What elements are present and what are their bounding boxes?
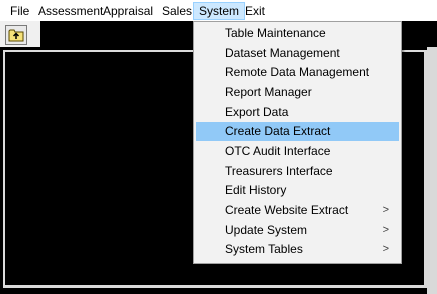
menu-item-otc-audit-interface[interactable]: OTC Audit Interface [196, 142, 399, 161]
menu-item-label: Export Data [225, 105, 289, 119]
menu-item-label: Create Website Extract [225, 203, 349, 217]
menu-item-remote-data-management[interactable]: Remote Data Management [196, 63, 399, 82]
menu-item-export-data[interactable]: Export Data [196, 103, 399, 122]
chevron-right-icon: > [382, 204, 389, 216]
menu-item-label: System Tables [225, 242, 303, 256]
menu-bar: File Assessment Appraisal Sales System E… [0, 0, 437, 21]
menu-item-edit-history[interactable]: Edit History [196, 181, 399, 200]
menu-item-label: OTC Audit Interface [225, 144, 331, 158]
folder-up-icon [8, 29, 24, 42]
menu-item-create-data-extract[interactable]: Create Data Extract [196, 122, 399, 141]
menu-file[interactable]: File [5, 2, 34, 20]
menu-system[interactable]: System [193, 2, 246, 20]
menu-item-label: Dataset Management [225, 46, 340, 60]
menu-item-label: Edit History [225, 183, 287, 197]
menu-item-label: Update System [225, 223, 308, 237]
menu-item-label: Remote Data Management [225, 65, 370, 79]
menu-item-label: Report Manager [225, 85, 312, 99]
menu-sales[interactable]: Sales [157, 2, 197, 20]
menu-item-create-website-extract[interactable]: Create Website Extract > [196, 201, 399, 220]
menu-item-report-manager[interactable]: Report Manager [196, 83, 399, 102]
menu-item-update-system[interactable]: Update System > [196, 221, 399, 240]
menu-exit[interactable]: Exit [240, 2, 270, 20]
system-dropdown-menu: Table Maintenance Dataset Management Rem… [193, 21, 402, 264]
menu-item-label: Treasurers Interface [225, 164, 333, 178]
menu-item-system-tables[interactable]: System Tables > [196, 240, 399, 259]
window-edge [427, 47, 437, 294]
menu-appraisal[interactable]: Appraisal [98, 2, 158, 20]
menu-item-label: Create Data Extract [225, 124, 331, 138]
chevron-right-icon: > [382, 224, 389, 236]
menu-item-label: Table Maintenance [225, 26, 326, 40]
menu-item-table-maintenance[interactable]: Table Maintenance [196, 24, 399, 43]
menu-item-treasurers-interface[interactable]: Treasurers Interface [196, 162, 399, 181]
folder-up-button[interactable] [5, 25, 27, 45]
chevron-right-icon: > [382, 243, 389, 255]
menu-item-dataset-management[interactable]: Dataset Management [196, 44, 399, 63]
